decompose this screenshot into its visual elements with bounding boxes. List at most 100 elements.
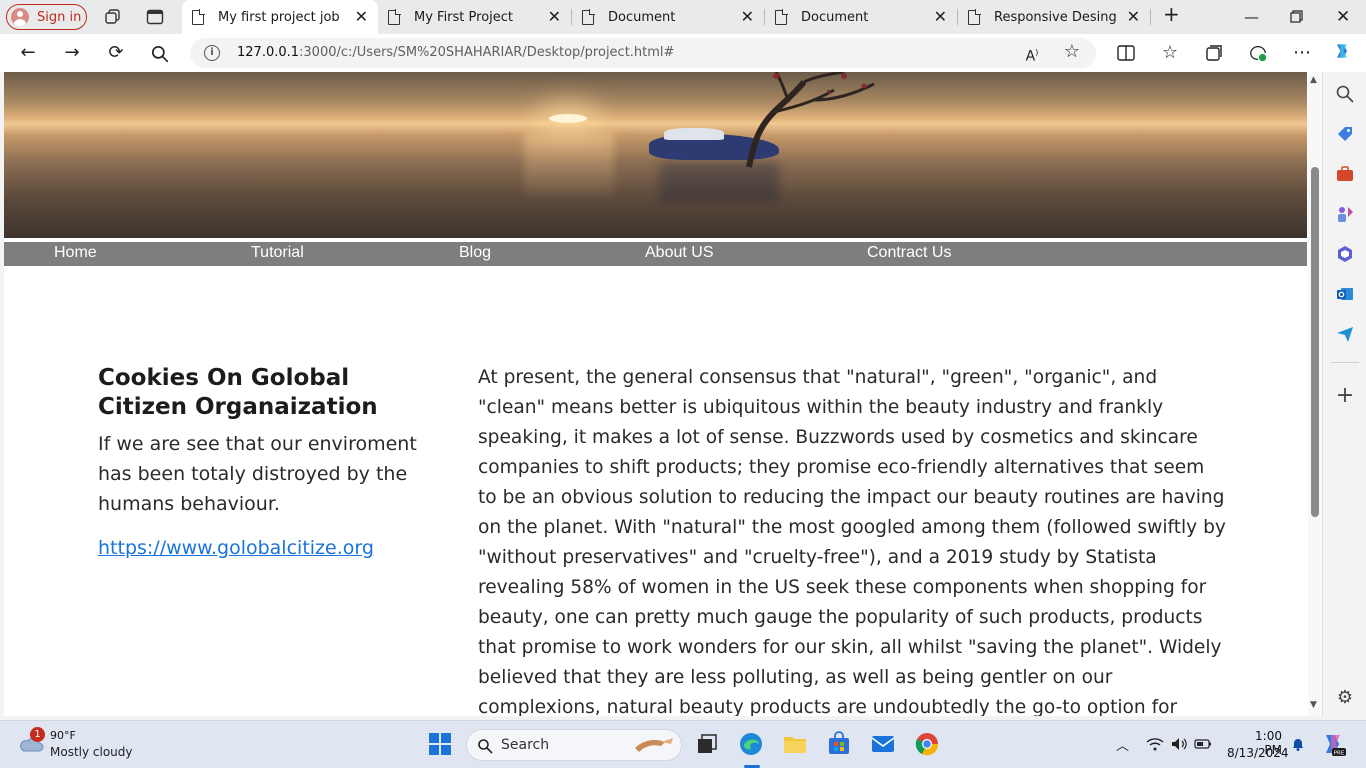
nav-about-us-link[interactable]: About US (645, 244, 713, 262)
page-viewport: Home Tutorial Blog About US Contract Us … (4, 72, 1308, 716)
scroll-up-icon[interactable]: ▲ (1310, 75, 1317, 85)
tab-divider (1150, 9, 1151, 25)
windows-taskbar: 1 90°F Mostly cloudy Search ︿ 1:00 PM 8/… (0, 720, 1366, 768)
tab-my-first-project[interactable]: My First Project ✕ (378, 0, 571, 34)
nav-contract-us-link[interactable]: Contract Us (867, 244, 951, 262)
outlook-icon[interactable] (1335, 284, 1355, 304)
url-text[interactable]: 127.0.0.1:3000/c:/Users/SM%20SHAHARIAR/D… (237, 45, 674, 60)
tab-title: Responsive Desing (994, 9, 1117, 25)
windows-start-icon[interactable] (427, 731, 453, 757)
tab-strip: Sign in My first project job ✕ My First … (0, 0, 1366, 34)
refresh-icon[interactable]: ⟳ (106, 43, 126, 63)
tab-actions-icon[interactable] (146, 8, 164, 26)
tab-document-2[interactable]: Document ✕ (765, 0, 957, 34)
document-icon (775, 8, 788, 25)
show-hidden-icons[interactable]: ︿ (1116, 735, 1129, 754)
sidebar-divider (1331, 362, 1359, 363)
browser-essentials-icon[interactable] (1248, 43, 1268, 63)
sidebar-settings-icon[interactable]: ⚙ (1335, 688, 1355, 708)
profile-avatar-icon (11, 8, 29, 26)
document-icon (968, 8, 981, 25)
read-aloud-icon[interactable]: A) (1022, 43, 1042, 65)
back-icon[interactable]: ← (18, 43, 38, 63)
more-menu-icon[interactable]: ⋯ (1292, 43, 1312, 63)
sign-in-label: Sign in (37, 9, 82, 25)
sidebar-search-icon[interactable] (1335, 84, 1355, 104)
tab-document-1[interactable]: Document ✕ (572, 0, 764, 34)
document-icon (582, 8, 595, 25)
restore-icon[interactable] (1290, 10, 1303, 23)
taskbar-search-box[interactable]: Search (466, 729, 682, 761)
games-icon[interactable] (1335, 204, 1355, 224)
nav-tutorial-link[interactable]: Tutorial (251, 244, 304, 262)
mail-icon[interactable] (870, 731, 896, 757)
favorite-star-icon[interactable]: ☆ (1062, 42, 1082, 62)
copilot-preview-icon[interactable]: PRE (1320, 731, 1346, 757)
browser-toolbar: ← → ⟳ i 127.0.0.1:3000/c:/Users/SM%20SHA… (0, 34, 1366, 72)
scroll-down-icon[interactable]: ▼ (1310, 700, 1317, 710)
new-tab-icon[interactable]: + (1163, 4, 1180, 24)
minimize-icon[interactable]: — (1244, 8, 1259, 26)
search-icon (478, 739, 493, 754)
sun-shape (549, 114, 587, 123)
sign-in-button[interactable]: Sign in (6, 4, 87, 30)
copilot-icon[interactable] (1332, 41, 1352, 61)
close-tab-icon[interactable]: ✕ (741, 9, 754, 25)
send-icon[interactable] (1335, 324, 1355, 344)
edge-browser-icon[interactable] (738, 731, 764, 757)
hero-banner-image (4, 72, 1307, 238)
search-icon[interactable] (150, 44, 170, 64)
weather-description[interactable]: Mostly cloudy (50, 745, 133, 759)
document-icon (192, 8, 205, 25)
document-icon (388, 8, 401, 25)
aside-heading: Cookies On Golobal Citizen Organaization (98, 365, 378, 420)
chrome-icon[interactable] (914, 731, 940, 757)
file-explorer-icon[interactable] (782, 731, 808, 757)
microsoft-365-icon[interactable] (1335, 244, 1355, 264)
clock-date[interactable]: 8/13/2024 (1227, 746, 1289, 760)
tab-title: Document (801, 9, 869, 25)
battery-icon[interactable] (1194, 738, 1212, 750)
site-info-icon[interactable]: i (204, 45, 220, 61)
tab-my-first-project-job[interactable]: My first project job ✕ (182, 0, 378, 34)
close-tab-icon[interactable]: ✕ (548, 9, 561, 25)
close-tab-icon[interactable]: ✕ (355, 9, 368, 25)
tab-title: My first project job (218, 9, 340, 25)
aside-paragraph: If we are see that our enviroment has be… (98, 433, 417, 515)
task-view-icon[interactable] (694, 731, 720, 757)
taskbar-search-label: Search (501, 737, 550, 753)
weather-notification-badge: 1 (30, 727, 45, 742)
tab-responsive-desing[interactable]: Responsive Desing ✕ (958, 0, 1150, 34)
tools-briefcase-icon[interactable] (1335, 164, 1355, 184)
volume-icon[interactable] (1170, 737, 1188, 751)
collections-icon[interactable] (1204, 43, 1224, 63)
close-tab-icon[interactable]: ✕ (934, 9, 947, 25)
tree-silhouette-icon (746, 72, 875, 168)
weather-temperature[interactable]: 90°F (50, 729, 76, 742)
workspaces-icon[interactable] (104, 8, 122, 26)
wifi-icon[interactable] (1146, 737, 1164, 751)
article-paragraph: At present, the general consensus that "… (478, 367, 1226, 716)
scrollbar-thumb[interactable] (1311, 167, 1319, 517)
split-screen-icon[interactable] (1116, 43, 1136, 63)
favorites-icon[interactable]: ☆ (1160, 43, 1180, 63)
nav-blog-link[interactable]: Blog (459, 244, 491, 262)
add-sidebar-app-icon[interactable]: + (1335, 385, 1355, 407)
page-scrollbar[interactable]: ▲ ▼ (1308, 72, 1322, 716)
address-bar[interactable]: i 127.0.0.1:3000/c:/Users/SM%20SHAHARIAR… (190, 38, 1096, 68)
aside-website-link[interactable]: https://www.golobalcitize.org (98, 537, 374, 559)
svg-text:PRE: PRE (1334, 751, 1345, 757)
sun-reflection-shape (524, 132, 614, 202)
nav-home-link[interactable]: Home (54, 244, 97, 262)
tab-title: My First Project (414, 9, 514, 25)
search-highlight-icon (635, 738, 673, 752)
shopping-tag-icon[interactable] (1335, 124, 1355, 144)
tab-title: Document (608, 9, 676, 25)
notification-bell-icon[interactable] (1290, 736, 1306, 752)
microsoft-store-icon[interactable] (826, 731, 852, 757)
edge-sidebar: + ⚙ (1322, 72, 1366, 718)
close-window-icon[interactable]: ✕ (1336, 8, 1350, 26)
site-nav-bar: Home Tutorial Blog About US Contract Us (4, 242, 1307, 266)
forward-icon[interactable]: → (62, 43, 82, 63)
close-tab-icon[interactable]: ✕ (1127, 9, 1140, 25)
